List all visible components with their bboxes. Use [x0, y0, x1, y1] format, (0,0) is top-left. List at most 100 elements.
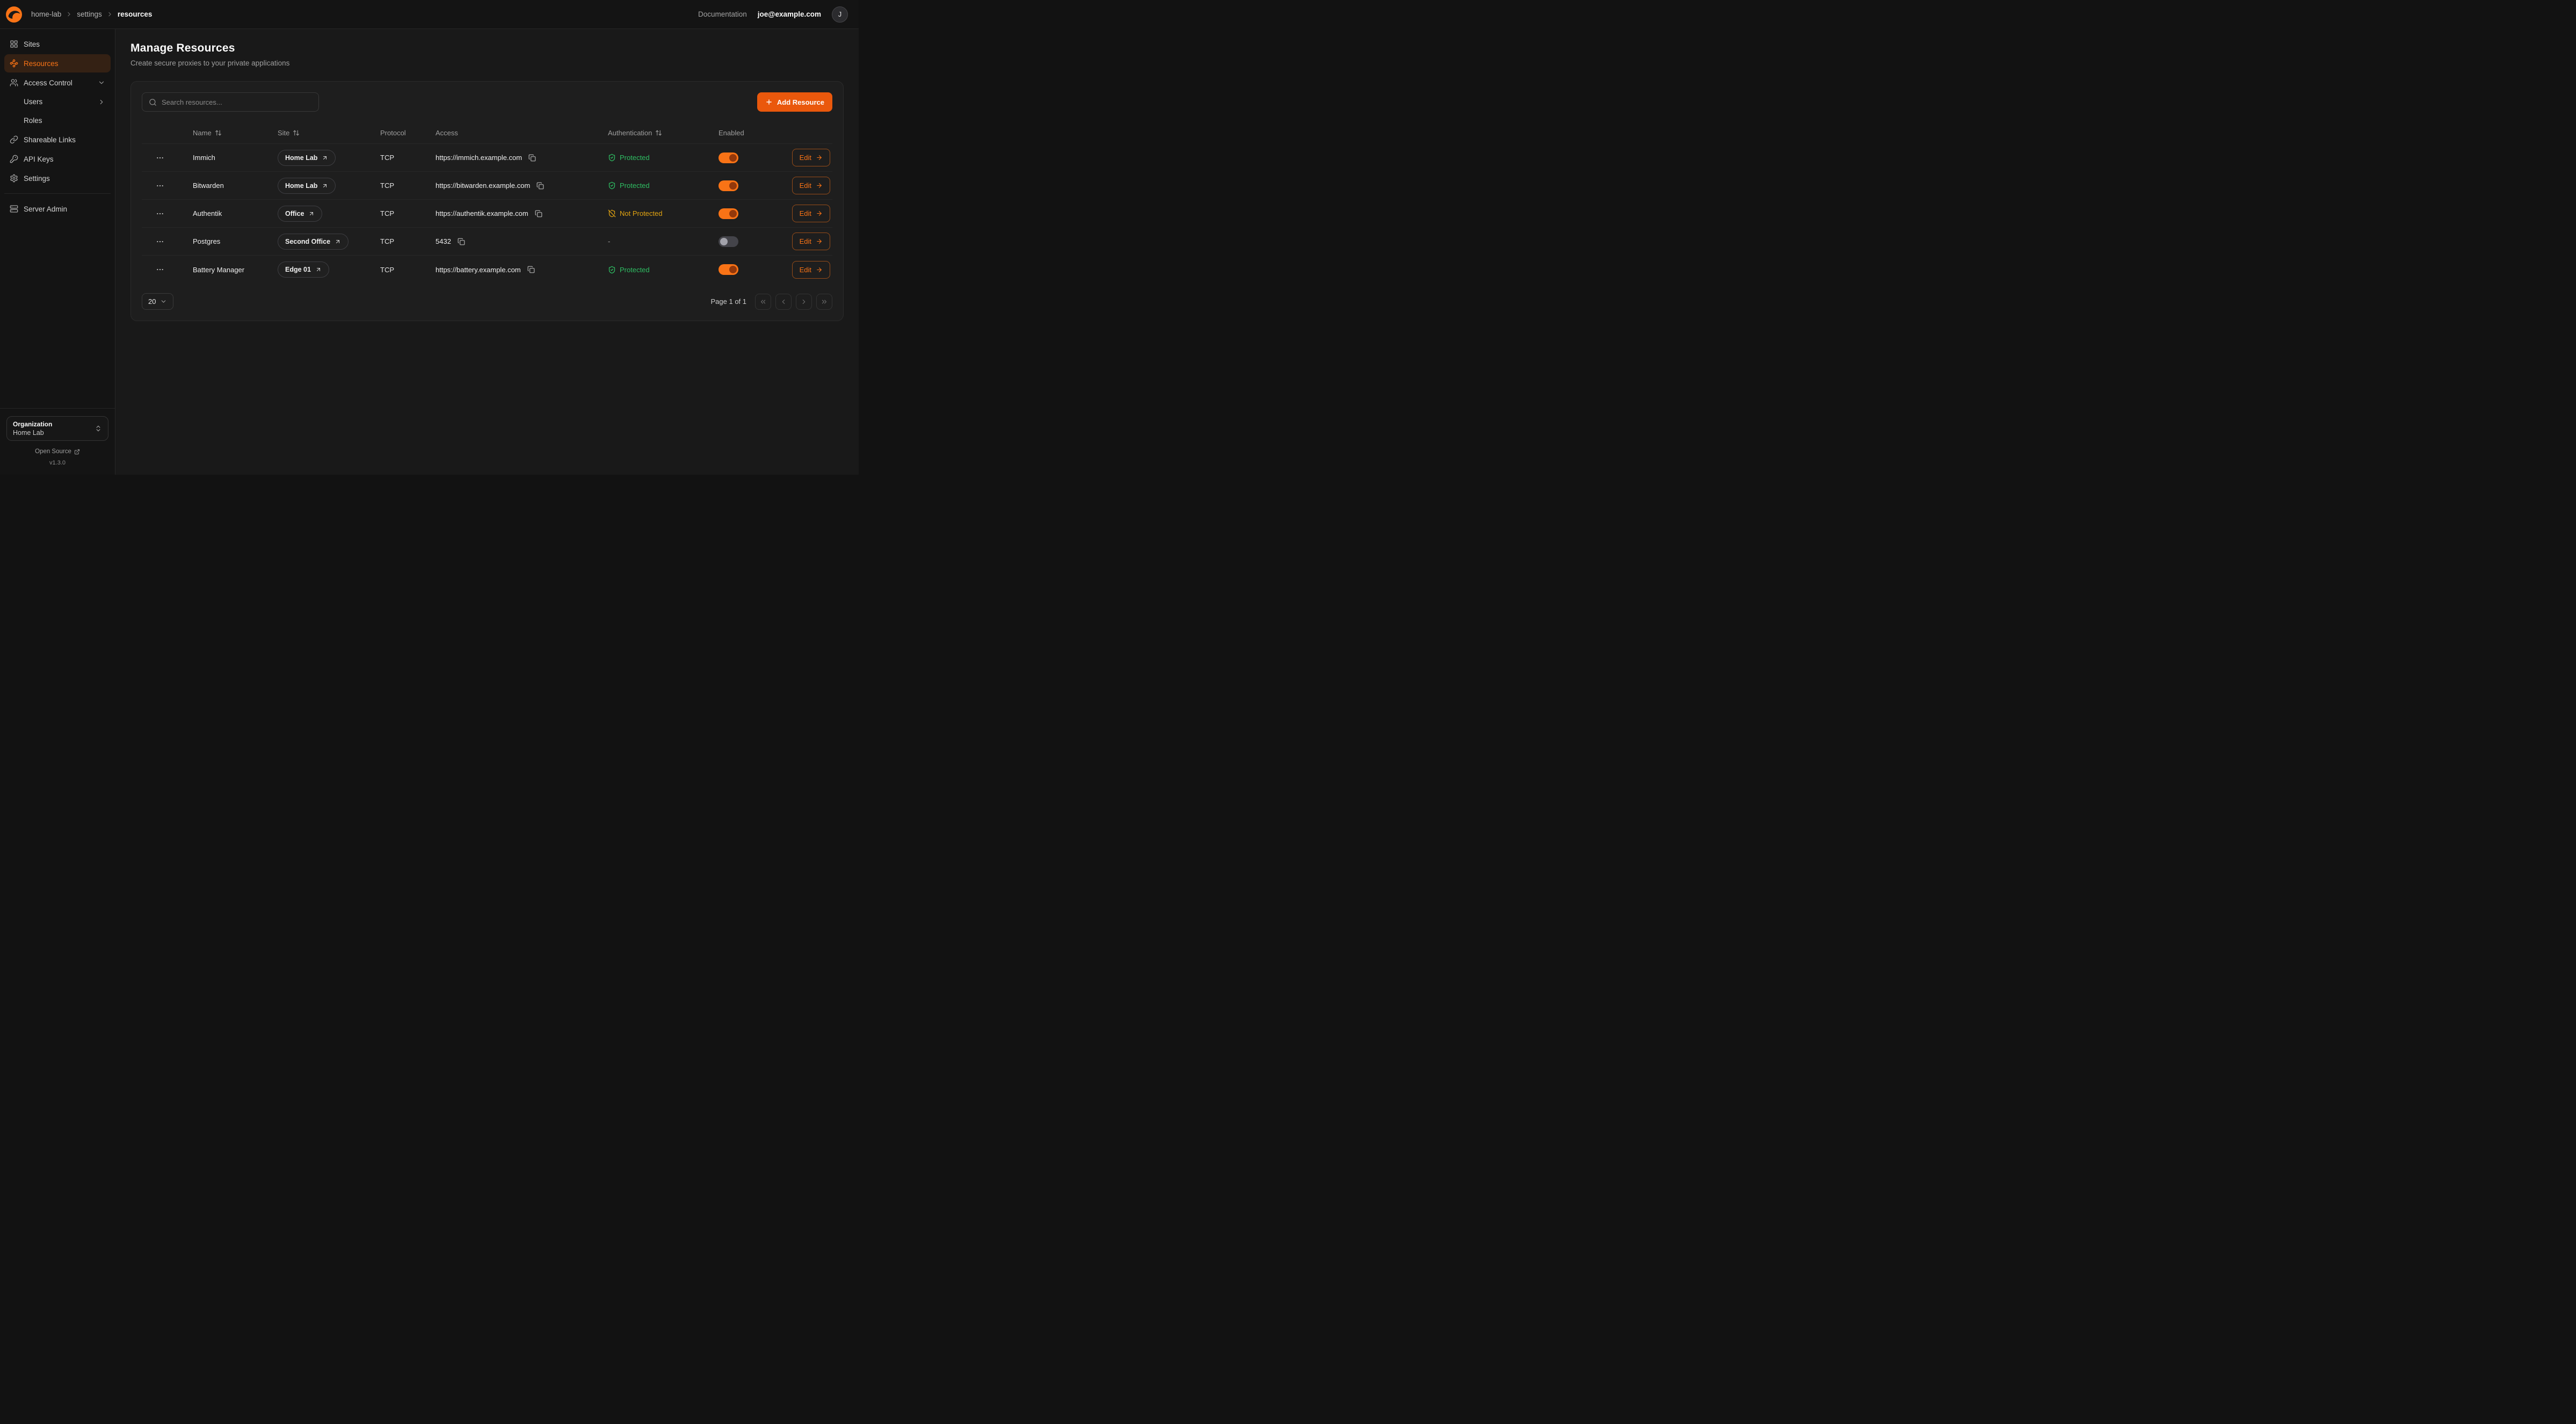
table-row: Authentik Office TCP https://authentik.e… [142, 200, 832, 228]
prev-page-button[interactable] [775, 294, 792, 310]
site-link[interactable]: Second Office [278, 234, 349, 250]
external-link-icon [308, 210, 315, 217]
sidebar-item-sites[interactable]: Sites [4, 35, 111, 53]
sidebar-item-access-control[interactable]: Access Control [4, 74, 111, 92]
chevrons-up-down-icon [95, 425, 102, 432]
ellipsis-icon [156, 237, 164, 246]
sidebar-item-resources[interactable]: Resources [4, 54, 111, 72]
arrow-right-icon [816, 210, 823, 217]
external-link-icon [322, 183, 328, 189]
sidebar: Sites Resources Access Control Users Rol… [0, 29, 115, 475]
copy-button[interactable] [456, 237, 466, 246]
column-header-protocol: Protocol [380, 129, 406, 137]
chevron-right-icon [800, 298, 808, 306]
shield-check-icon [608, 181, 616, 190]
sidebar-item-label: Server Admin [24, 205, 67, 213]
site-link[interactable]: Edge 01 [278, 261, 329, 278]
row-menu-button[interactable] [154, 207, 166, 220]
chevrons-right-icon [821, 298, 828, 306]
column-header-access: Access [436, 129, 458, 137]
edit-button[interactable]: Edit [792, 233, 830, 250]
edit-button[interactable]: Edit [792, 149, 830, 166]
resource-name: Bitwarden [193, 181, 278, 190]
auth-status: Protected [608, 181, 650, 190]
avatar[interactable]: J [832, 6, 848, 23]
copy-icon [527, 266, 535, 273]
resource-access-url: https://authentik.example.com [436, 209, 528, 217]
sidebar-item-settings[interactable]: Settings [4, 169, 111, 187]
sidebar-item-api-keys[interactable]: API Keys [4, 150, 111, 168]
resource-name: Authentik [193, 209, 278, 217]
organization-selector[interactable]: Organization Home Lab [6, 416, 108, 441]
sidebar-item-label: Users [24, 98, 42, 106]
sidebar-item-label: Access Control [24, 79, 72, 87]
edit-label: Edit [800, 209, 811, 217]
edit-button[interactable]: Edit [792, 205, 830, 222]
sort-name-button[interactable]: Name [193, 129, 222, 137]
breadcrumb-org[interactable]: home-lab [31, 10, 61, 18]
search-box [142, 92, 319, 112]
sidebar-item-shareable-links[interactable]: Shareable Links [4, 130, 111, 149]
sidebar-item-label: Roles [24, 117, 42, 125]
breadcrumb-settings[interactable]: settings [77, 10, 102, 18]
search-input[interactable] [162, 98, 312, 106]
copy-button[interactable] [527, 153, 537, 163]
arrow-right-icon [816, 238, 823, 245]
enabled-toggle[interactable] [719, 236, 738, 247]
site-link[interactable]: Home Lab [278, 178, 336, 194]
sort-icon [655, 129, 662, 136]
arrow-right-icon [816, 182, 823, 189]
row-menu-button[interactable] [154, 235, 166, 248]
page-title: Manage Resources [130, 42, 844, 55]
resource-protocol: TCP [380, 154, 436, 162]
copy-button[interactable] [534, 209, 543, 219]
page-size-value: 20 [148, 297, 156, 306]
sidebar-item-server-admin[interactable]: Server Admin [4, 200, 111, 218]
sort-authentication-button[interactable]: Authentication [608, 129, 662, 137]
resource-name: Immich [193, 154, 278, 162]
chevron-down-icon [160, 298, 167, 305]
site-link[interactable]: Office [278, 206, 322, 222]
auth-status-label: Protected [620, 266, 650, 274]
copy-button[interactable] [535, 181, 545, 191]
site-link[interactable]: Home Lab [278, 150, 336, 166]
chevron-left-icon [780, 298, 787, 306]
table-row: Battery Manager Edge 01 TCP https://batt… [142, 256, 832, 284]
chevron-right-icon [98, 98, 105, 106]
enabled-toggle[interactable] [719, 152, 738, 163]
edit-button[interactable]: Edit [792, 177, 830, 194]
auth-status: Not Protected [608, 209, 663, 217]
column-header-enabled: Enabled [719, 129, 744, 137]
last-page-button[interactable] [816, 294, 832, 310]
row-menu-button[interactable] [154, 151, 166, 164]
next-page-button[interactable] [796, 294, 812, 310]
sort-site-button[interactable]: Site [278, 129, 300, 137]
copy-button[interactable] [526, 265, 536, 274]
enabled-toggle[interactable] [719, 180, 738, 191]
enabled-toggle[interactable] [719, 208, 738, 219]
site-name: Second Office [285, 238, 330, 245]
add-resource-button[interactable]: Add Resource [757, 92, 832, 112]
sidebar-item-roles[interactable]: Roles [4, 112, 111, 129]
edit-label: Edit [800, 266, 811, 274]
row-menu-button[interactable] [154, 179, 166, 192]
column-header-site: Site [278, 129, 289, 137]
row-menu-button[interactable] [154, 263, 166, 276]
enabled-toggle[interactable] [719, 264, 738, 275]
app-logo-icon[interactable] [5, 6, 23, 23]
page-subtitle: Create secure proxies to your private ap… [130, 59, 844, 67]
open-source-link[interactable]: Open Source [6, 448, 108, 455]
topbar: home-lab settings resources Documentatio… [0, 0, 859, 29]
documentation-link[interactable]: Documentation [698, 10, 747, 18]
edit-button[interactable]: Edit [792, 261, 830, 279]
chevron-right-icon [106, 11, 113, 18]
page-size-select[interactable]: 20 [142, 293, 173, 310]
table-footer: 20 Page 1 of 1 [142, 293, 832, 310]
auth-status-label: Protected [620, 154, 650, 162]
first-page-button[interactable] [755, 294, 771, 310]
external-link-icon [322, 155, 328, 161]
sidebar-item-users[interactable]: Users [4, 93, 111, 111]
external-link-icon [315, 266, 322, 273]
sidebar-item-label: Settings [24, 175, 50, 183]
auth-status-label: Not Protected [620, 209, 663, 217]
